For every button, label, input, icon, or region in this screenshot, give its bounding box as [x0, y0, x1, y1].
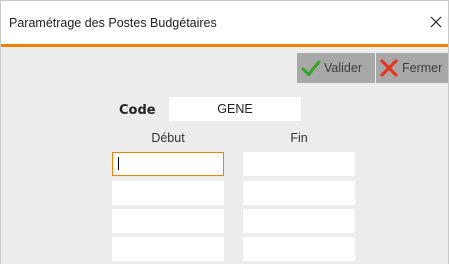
debut-field-3[interactable]: [112, 209, 224, 233]
check-icon: [301, 58, 321, 78]
title-bar: Paramétrage des Postes Budgétaires: [1, 1, 448, 44]
debut-column-header: Début: [151, 131, 185, 145]
fermer-label: Fermer: [402, 61, 443, 75]
close-window-button[interactable]: [424, 9, 448, 35]
fin-field-3[interactable]: [243, 209, 355, 233]
debut-field-4[interactable]: [112, 237, 224, 261]
valider-label: Valider: [324, 61, 362, 75]
dialog-window: Paramétrage des Postes Budgétaires Valid…: [0, 0, 449, 264]
close-icon: [430, 16, 442, 28]
fin-column-header: Fin: [290, 131, 308, 145]
fin-field-1[interactable]: [243, 152, 355, 176]
debut-field-1[interactable]: [112, 152, 224, 176]
fermer-button[interactable]: Fermer: [376, 53, 448, 83]
code-label: Code: [119, 103, 156, 118]
form-panel: Valider Fermer Code GENE Début Fin: [1, 47, 448, 264]
debut-field-2[interactable]: [112, 181, 224, 205]
valider-button[interactable]: Valider: [297, 53, 375, 83]
code-field[interactable]: GENE: [169, 97, 301, 121]
text-caret: [118, 157, 119, 170]
window-title: Paramétrage des Postes Budgétaires: [9, 16, 217, 30]
fin-field-4[interactable]: [243, 237, 355, 261]
close-x-icon: [379, 58, 399, 78]
fin-field-2[interactable]: [243, 181, 355, 205]
